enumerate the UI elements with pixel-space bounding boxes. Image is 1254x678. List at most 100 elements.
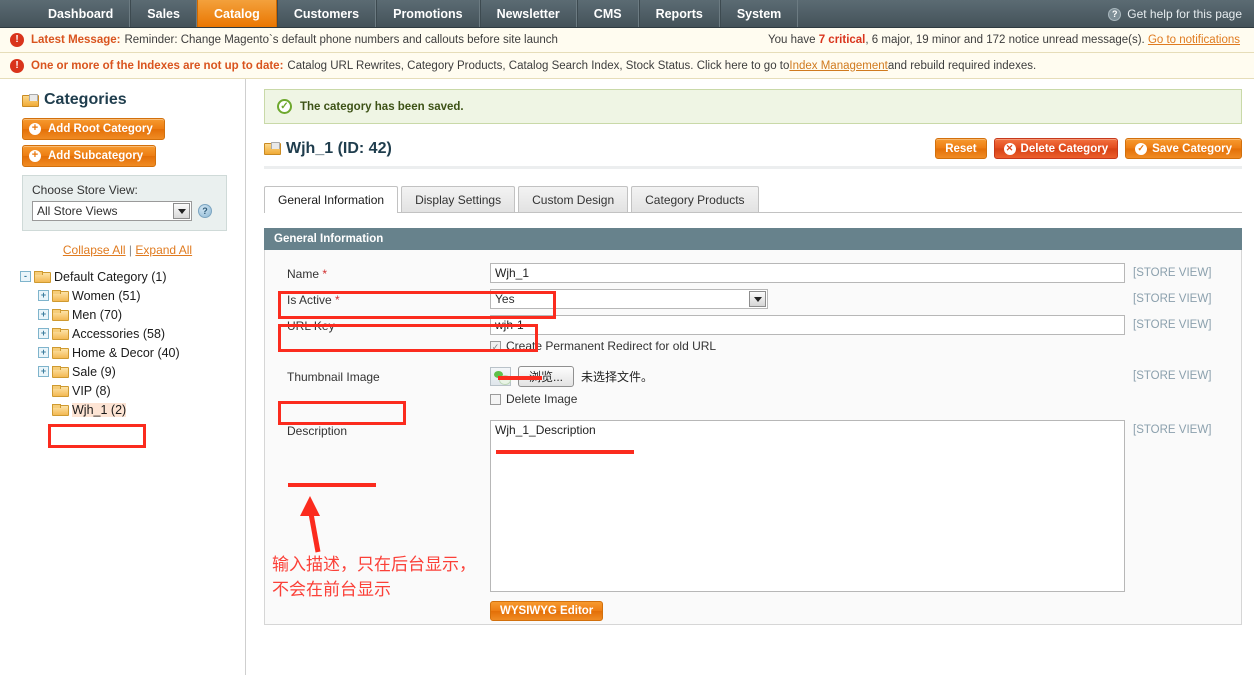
save-category-button[interactable]: ✓ Save Category — [1125, 138, 1242, 159]
tab-display-settings[interactable]: Display Settings — [401, 186, 516, 212]
reset-label: Reset — [945, 142, 977, 155]
browse-file-button[interactable]: 浏览... — [518, 366, 574, 387]
delete-category-button[interactable]: ✕ Delete Category — [993, 138, 1119, 159]
get-help-label: Get help for this page — [1127, 7, 1242, 21]
is-active-control: Yes — [490, 289, 1133, 309]
latest-message-text: Reminder: Change Magento`s default phone… — [124, 34, 558, 46]
latest-message-left: ! Latest Message: Reminder: Change Magen… — [10, 33, 768, 47]
folder-icon — [52, 308, 69, 321]
folder-icon — [52, 403, 69, 416]
delete-image-label: Delete Image — [506, 392, 578, 406]
tree-node-label[interactable]: VIP (8) — [72, 384, 111, 398]
tree-node-label[interactable]: Default Category (1) — [54, 270, 167, 284]
expand-toggle-icon[interactable]: + — [38, 309, 49, 320]
sidebar-title: Categories — [0, 91, 245, 109]
warning-icon-index: ! — [10, 58, 24, 73]
chevron-down-icon-active[interactable] — [749, 291, 766, 307]
nav-item-promotions[interactable]: Promotions — [376, 0, 480, 27]
nav-item-system[interactable]: System — [719, 0, 799, 27]
expand-toggle-icon[interactable]: + — [38, 347, 49, 358]
store-view-scope-name: [STORE VIEW] — [1133, 267, 1212, 279]
expand-toggle-icon[interactable]: + — [38, 328, 49, 339]
tree-node-women[interactable]: + Women (51) — [20, 286, 245, 305]
required-asterisk: * — [319, 267, 328, 281]
chevron-down-icon[interactable] — [173, 203, 190, 219]
counts-mid: , 6 major, 19 minor and 172 notice unrea… — [865, 34, 1148, 46]
section-header: General Information — [264, 228, 1242, 250]
store-view-help-icon[interactable]: ? — [198, 204, 212, 218]
page-header: Wjh_1 (ID: 42) Reset ✕ Delete Category ✓… — [264, 138, 1242, 169]
tree-node-label[interactable]: Home & Decor (40) — [72, 346, 180, 360]
nav-item-reports[interactable]: Reports — [638, 0, 720, 27]
description-label: Description — [287, 424, 348, 438]
tree-node-vip[interactable]: VIP (8) — [20, 381, 245, 400]
go-to-notifications-link[interactable]: Go to notifications — [1148, 34, 1240, 46]
wysiwyg-editor-button[interactable]: WYSIWYG Editor — [490, 601, 604, 621]
tree-node-sale[interactable]: + Sale (9) — [20, 362, 245, 381]
page-body: Categories + Add Root Category + Add Sub… — [0, 79, 1254, 675]
nav-item-sales[interactable]: Sales — [130, 0, 197, 27]
folder-icon — [52, 384, 69, 397]
description-textarea[interactable]: Wjh_1_Description — [490, 420, 1125, 592]
nav-item-newsletter[interactable]: Newsletter — [479, 0, 577, 27]
tree-node-label[interactable]: Women (51) — [72, 289, 141, 303]
tree-node-default-category[interactable]: - Default Category (1) — [20, 267, 245, 286]
permanent-redirect-checkbox[interactable]: ✓ — [490, 340, 501, 352]
field-row-url-key: URL Key ✓ Create Permanent Redirect for … — [265, 312, 1241, 356]
unread-counts: You have 7 critical, 6 major, 19 minor a… — [768, 34, 1242, 46]
is-active-value: Yes — [495, 292, 515, 306]
index-message-text-a: Catalog URL Rewrites, Category Products,… — [287, 59, 790, 72]
collapse-toggle-icon[interactable]: - — [20, 271, 31, 282]
store-view-scope-url: [STORE VIEW] — [1133, 319, 1212, 331]
expand-all-link[interactable]: Expand All — [135, 243, 192, 257]
store-view-row: All Store Views ? — [32, 201, 217, 221]
index-management-link[interactable]: Index Management — [789, 60, 887, 72]
url-key-control: ✓ Create Permanent Redirect for old URL — [490, 315, 1133, 353]
nav-item-customers[interactable]: Customers — [276, 0, 377, 27]
nav-item-catalog[interactable]: Catalog — [196, 0, 277, 27]
latest-message-label: Latest Message: — [31, 34, 121, 46]
tree-node-wjh-1[interactable]: Wjh_1 (2) — [20, 400, 245, 419]
thumbnail-control: 浏览... 未选择文件。 Delete Image — [490, 366, 1133, 406]
expand-toggle-icon[interactable]: + — [38, 366, 49, 377]
collapse-all-link[interactable]: Collapse All — [63, 243, 126, 257]
plus-icon-sub: + — [29, 150, 41, 162]
tab-custom-design[interactable]: Custom Design — [518, 186, 629, 212]
critical-word: critical — [825, 34, 866, 46]
is-active-select[interactable]: Yes — [490, 289, 768, 309]
tree-expander-links: Collapse All | Expand All — [10, 243, 245, 257]
tab-category-products[interactable]: Category Products — [631, 186, 759, 212]
tree-node-label[interactable]: Men (70) — [72, 308, 122, 322]
nav-item-dashboard[interactable]: Dashboard — [32, 0, 131, 27]
plus-icon: + — [29, 123, 41, 135]
store-view-select[interactable]: All Store Views — [32, 201, 192, 221]
get-help-link[interactable]: ? Get help for this page — [1108, 0, 1242, 28]
wechat-icon — [490, 367, 511, 386]
description-control: Wjh_1_Description WYSIWYG Editor — [490, 420, 1133, 621]
delete-image-checkbox[interactable] — [490, 393, 501, 405]
url-key-input[interactable] — [490, 315, 1125, 335]
required-asterisk-active: * — [331, 293, 340, 307]
tab-general-information[interactable]: General Information — [264, 186, 399, 213]
save-label: Save Category — [1152, 142, 1232, 155]
delete-image-row: Delete Image — [490, 392, 1125, 406]
category-tree: - Default Category (1) + Women (51) + Me… — [0, 267, 245, 419]
nav-item-cms[interactable]: CMS — [576, 0, 639, 27]
add-root-category-button[interactable]: + Add Root Category — [22, 118, 165, 140]
add-root-category-label: Add Root Category — [48, 123, 153, 135]
folder-icon — [34, 270, 51, 283]
tree-node-accessories[interactable]: + Accessories (58) — [20, 324, 245, 343]
save-check-icon: ✓ — [1135, 142, 1148, 155]
reset-button[interactable]: Reset — [935, 138, 987, 159]
add-subcategory-button[interactable]: + Add Subcategory — [22, 145, 156, 167]
tree-node-label[interactable]: Sale (9) — [72, 365, 116, 379]
expand-toggle-icon[interactable]: + — [38, 290, 49, 301]
tree-node-label[interactable]: Wjh_1 (2) — [72, 402, 127, 417]
tree-node-men[interactable]: + Men (70) — [20, 305, 245, 324]
sidebar-title-label: Categories — [44, 91, 127, 108]
tree-node-home-decor[interactable]: + Home & Decor (40) — [20, 343, 245, 362]
page-title-label: Wjh_1 (ID: 42) — [286, 139, 392, 157]
name-input[interactable] — [490, 263, 1125, 283]
tree-node-label[interactable]: Accessories (58) — [72, 327, 165, 341]
index-message-label: One or more of the Indexes are not up to… — [31, 59, 284, 72]
